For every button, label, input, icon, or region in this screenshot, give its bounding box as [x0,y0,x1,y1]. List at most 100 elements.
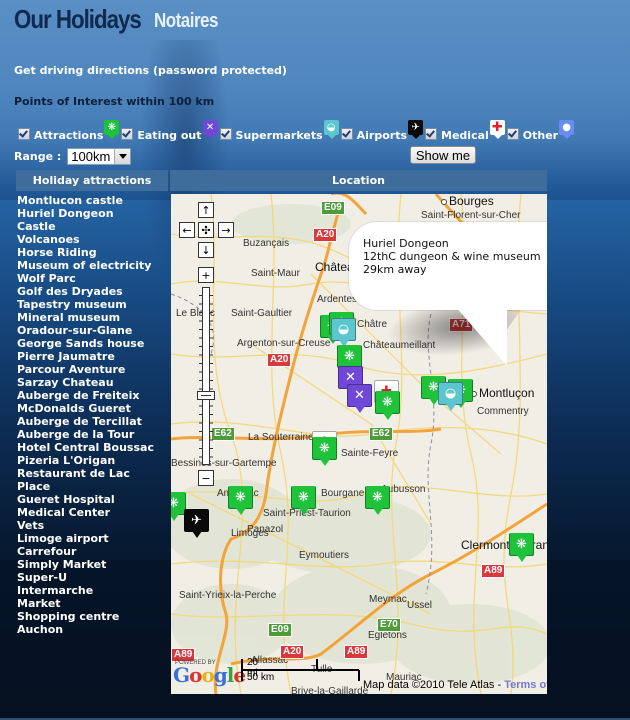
town-label: Châtre [357,319,388,330]
supermarkets-checkbox[interactable] [219,128,232,140]
attraction-list-item[interactable]: Shopping centre [17,610,154,623]
attraction-list-item[interactable]: Golf des Dryades [17,285,154,298]
town-label: La Souterraine [248,432,314,443]
attraction-list-item[interactable]: Vets [17,519,154,532]
pan-left-button[interactable]: ← [179,222,195,238]
attraction-icon: ❋ [104,120,120,139]
road-shield-a20: A20 [267,353,292,367]
attraction-list-item[interactable]: Limoge airport [17,532,154,545]
pan-down-button[interactable]: ↓ [198,242,214,258]
zoom-in-button[interactable]: + [198,267,214,283]
attraction-marker[interactable]: ❋ [365,486,390,515]
town-label: Bessines-sur-Gartempe [171,458,277,469]
map[interactable]: Bourges Saint-Florent-sur-Cher Buzançais… [171,194,547,694]
attraction-list-item[interactable]: Sarzay Chateau [17,376,154,389]
eating-out-checkbox[interactable] [121,128,134,140]
attraction-list-item[interactable]: Pierre Jaumatre [17,350,154,363]
site-title: Our Holidays Notaires [14,4,218,35]
info-window-title: Huriel Dongeon [363,237,449,250]
town-label: Meymac [369,594,407,605]
attraction-list-item[interactable]: Castle [17,220,154,233]
attraction-list-item[interactable]: Huriel Dongeon [17,207,154,220]
zoom-slider[interactable] [202,287,210,465]
attraction-list-item[interactable]: Parcour Aventure [17,363,154,376]
airport-marker[interactable]: ✈ [184,509,209,538]
filter-other[interactable]: Other ● [506,120,575,142]
attraction-list-item[interactable]: Auberge de Tercillat [17,415,154,428]
supermarket-marker[interactable]: ◒ [331,318,356,347]
zoom-out-button[interactable]: − [198,470,214,486]
filter-supermarkets[interactable]: Supermarkets ◒ [219,120,339,142]
town-label: Clermont-Ferrand [461,538,547,552]
attraction-marker[interactable]: ❋ [375,391,400,420]
attraction-list-item[interactable]: Medical Center [17,506,154,519]
attraction-list-item[interactable]: Volcanoes [17,233,154,246]
site-title-main: Our Holidays [14,4,142,34]
attraction-list-item[interactable]: Auchon [17,623,154,636]
filter-eating-out[interactable]: Eating out ✕ [121,120,218,142]
filter-airports[interactable]: Airports ✈ [340,120,424,142]
attraction-list-item[interactable]: Gueret Hospital [17,493,154,506]
range-control: Range : 100km [14,148,132,165]
attraction-list-item[interactable]: Market [17,597,154,610]
zoom-slider-handle[interactable] [197,391,215,400]
pan-right-button[interactable]: → [218,222,234,238]
attraction-list-item[interactable]: Wolf Parc [17,272,154,285]
attraction-list-item[interactable]: Place [17,480,154,493]
filter-attractions[interactable]: Attractions ❋ [18,120,120,142]
attraction-list-item[interactable]: George Sands house [17,337,154,350]
attraction-list-item[interactable]: Mineral museum [17,311,154,324]
attraction-list-item[interactable]: Super-U [17,571,154,584]
terms-of-use-link[interactable]: Terms of Use [504,679,547,691]
category-filters: Attractions ❋ Eating out ✕ Supermarkets … [18,120,576,142]
attraction-list-item[interactable]: Auberge de la Tour [17,428,154,441]
pin-icon: ● [559,120,575,139]
attraction-list-item[interactable]: Carrefour [17,545,154,558]
location-column-header: Location [170,170,547,191]
town-label: Saint-Yrieix-la-Perche [179,590,277,601]
filter-label: Other [522,129,559,142]
attraction-list-item[interactable]: Montlucon castle [17,194,154,207]
attractions-column-header: Holiday attractions [16,170,168,191]
road-shield-e09: E09 [268,623,292,637]
attractions-list: Montlucon castle Huriel Dongeon Castle Volc… [17,194,154,636]
attraction-marker[interactable]: ❋ [337,345,362,374]
attraction-list-item[interactable]: Simply Market [17,558,154,571]
attractions-checkbox[interactable] [18,128,30,140]
info-window-description: 12thC dungeon & wine museum [363,250,541,263]
attraction-list-item[interactable]: Pizeria L'Origan [17,454,154,467]
attraction-list-item[interactable]: Hotel Central Boussac [17,441,154,454]
filter-medical[interactable]: Medical ✚ [425,120,505,142]
restaurant-marker[interactable]: ✕ [347,384,372,413]
airports-checkbox[interactable] [340,128,353,140]
driving-directions-link[interactable]: Get driving directions (password protect… [14,64,287,77]
google-logo[interactable]: Google [173,663,246,687]
attraction-list-item[interactable]: McDonalds Gueret [17,402,154,415]
town-label: Ussel [407,600,433,611]
pan-reset-button[interactable]: ✣ [198,222,214,238]
medical-checkbox[interactable] [425,128,438,140]
attraction-marker[interactable]: ❋ [509,533,534,562]
town-label: Bourges [441,194,494,208]
road-shield-e62: E62 [369,427,393,441]
attraction-marker[interactable]: ❋ [291,486,316,515]
attraction-list-item[interactable]: Oradour-sur-Glane [17,324,154,337]
chevron-down-icon[interactable] [114,149,131,164]
attraction-list-item[interactable]: Auberge de Freiteix [17,389,154,402]
attraction-marker[interactable]: ❋ [312,437,337,466]
range-select[interactable]: 100km [67,148,132,165]
filter-label: Attractions [34,129,104,142]
attraction-list-item[interactable]: Restaurant de Lac [17,467,154,480]
show-me-button[interactable]: Show me [410,146,476,164]
attraction-marker[interactable]: ❋ [228,486,253,515]
attraction-list-item[interactable]: Intermarche [17,584,154,597]
info-window-distance: 29km away [363,263,427,276]
supermarket-marker[interactable]: ◒ [438,382,463,411]
attraction-list-item[interactable]: Horse Riding [17,246,154,259]
other-checkbox[interactable] [506,128,519,140]
pan-up-button[interactable]: ↑ [198,202,214,218]
attraction-list-item[interactable]: Museum of electricity [17,259,154,272]
town-label: Ardentes [317,294,358,305]
attraction-list-item[interactable]: Tapestry museum [17,298,154,311]
road-shield-a89: A89 [481,564,506,578]
